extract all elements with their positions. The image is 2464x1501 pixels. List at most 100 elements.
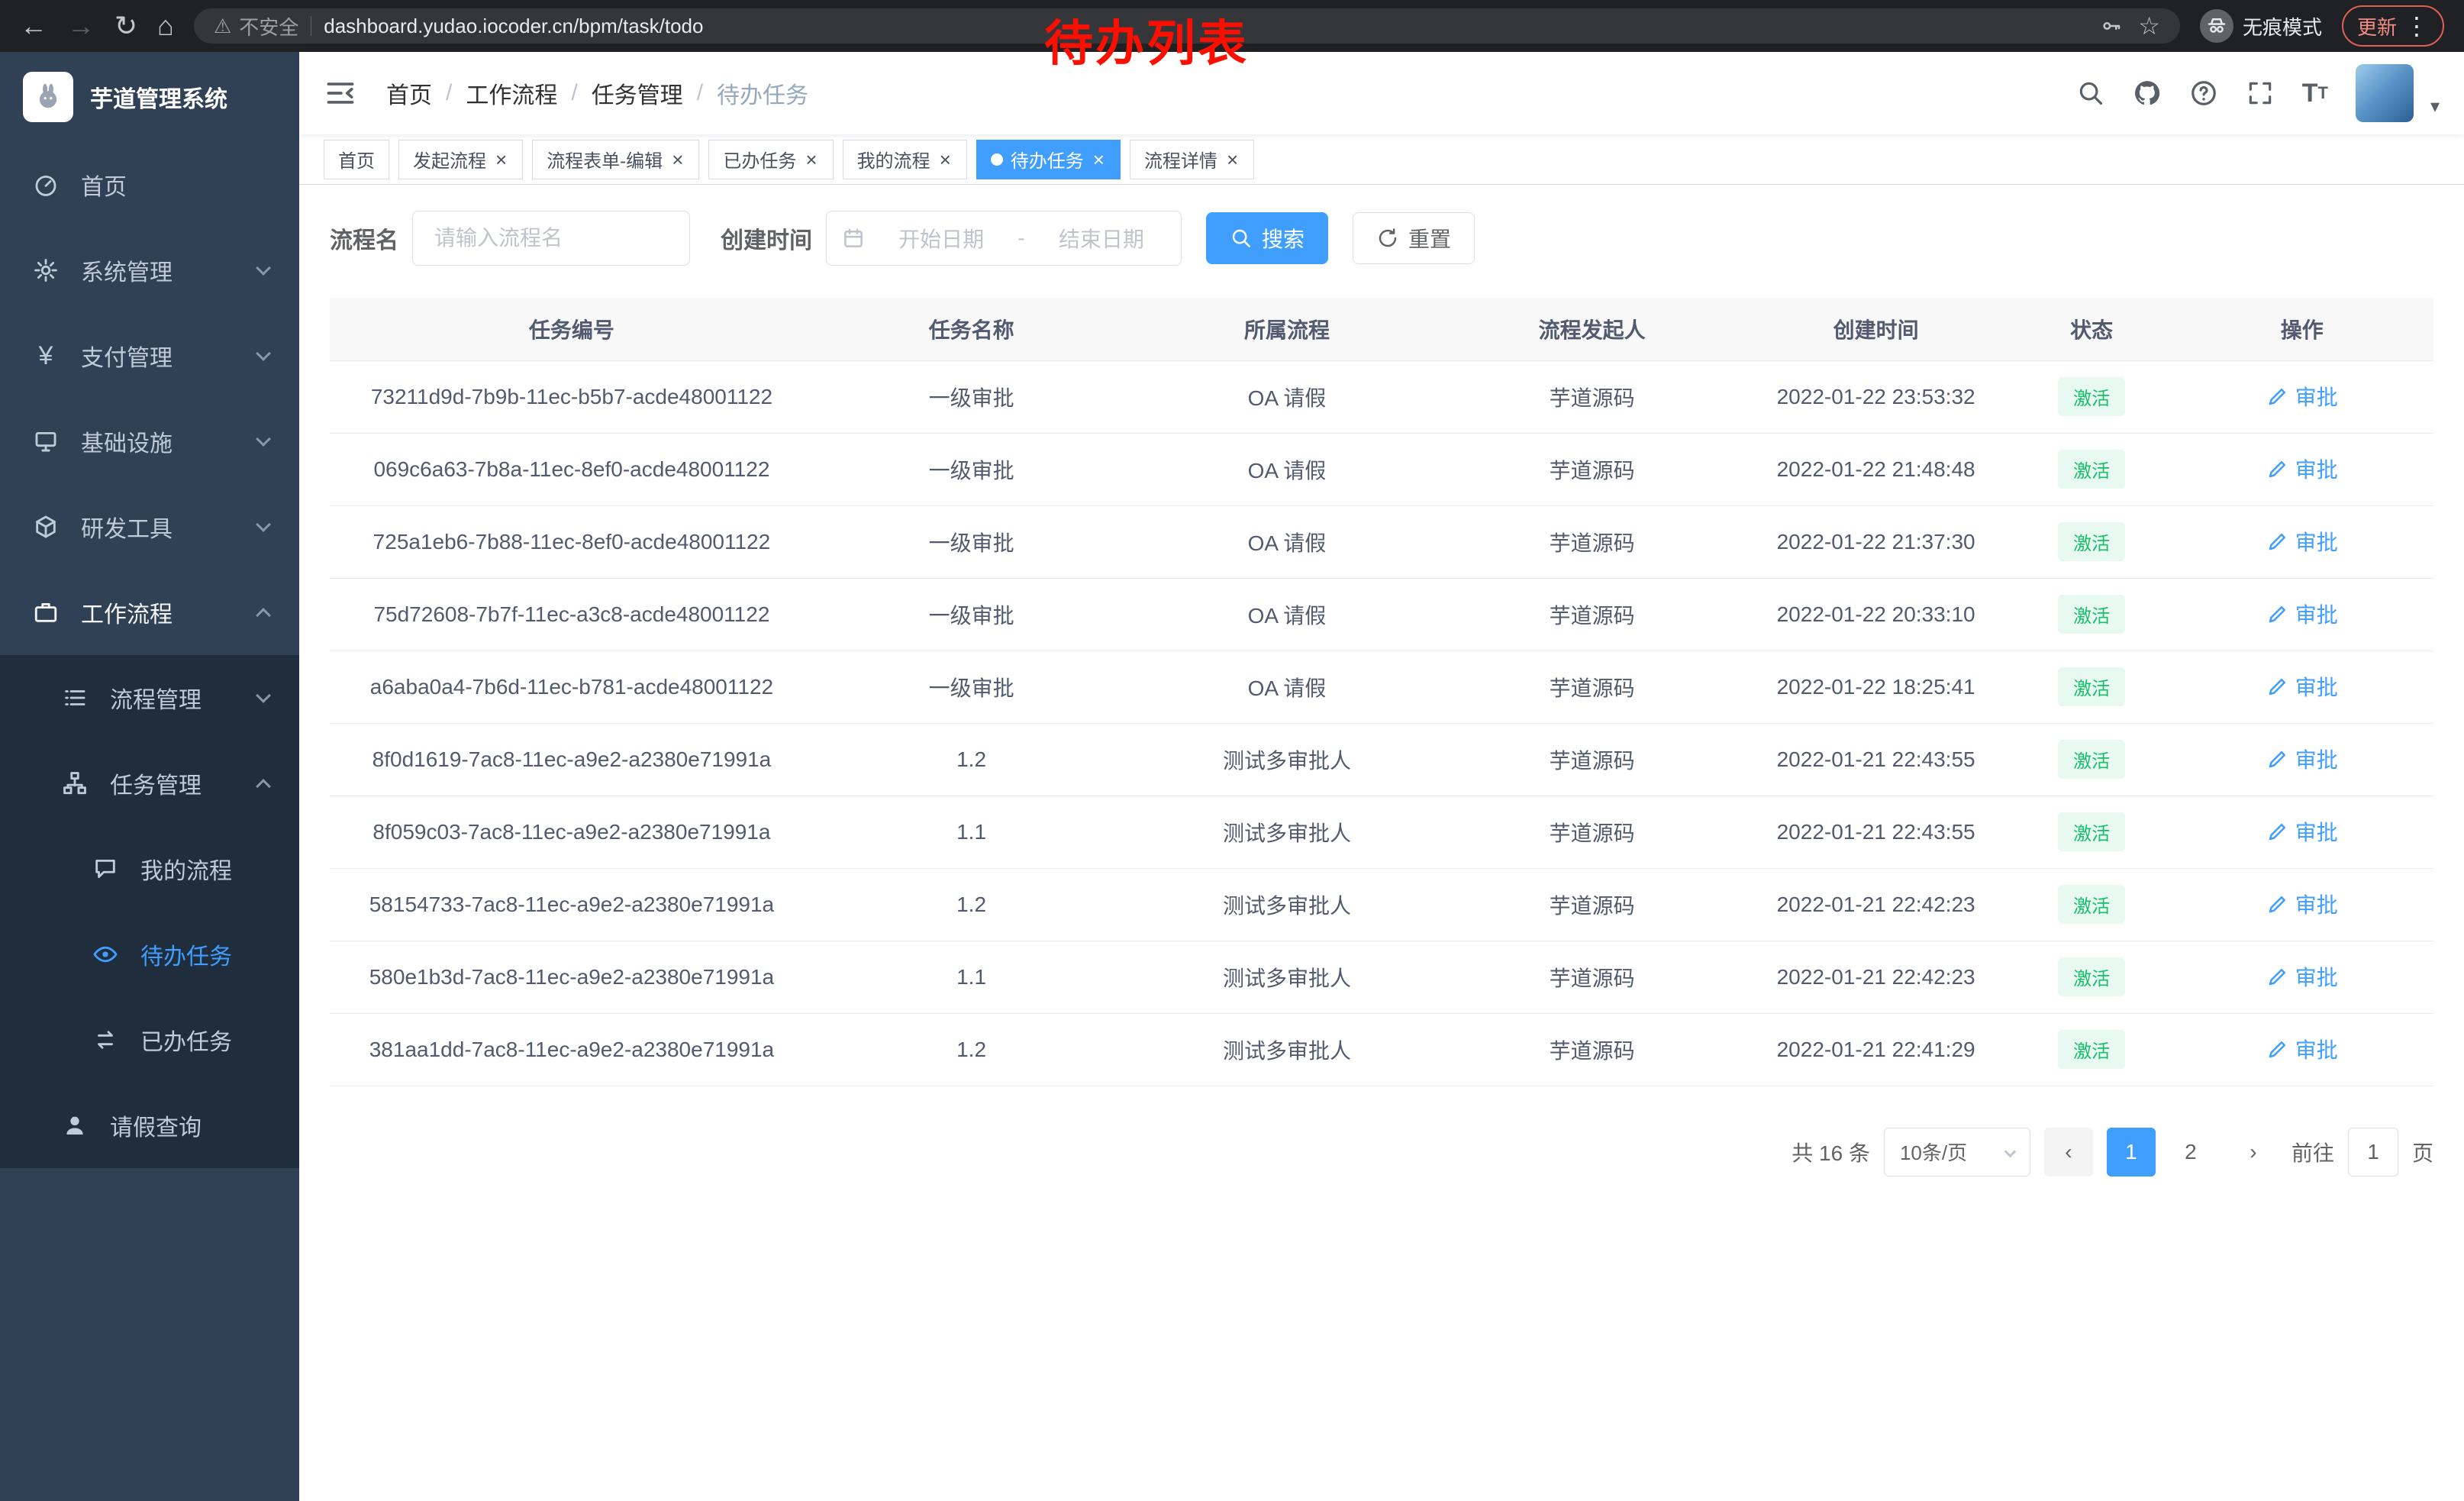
browser-home-icon[interactable]: ⌂ <box>157 10 174 42</box>
page-number-button[interactable]: 2 <box>2166 1128 2215 1177</box>
sidebar-toggle-icon[interactable] <box>324 76 357 110</box>
sidebar-item-process-mgmt[interactable]: 流程管理 <box>0 655 299 741</box>
approve-link[interactable]: 审批 <box>2266 671 2338 702</box>
tab-close-icon[interactable]: × <box>1092 150 1106 169</box>
process-name-input[interactable] <box>412 211 690 266</box>
magnifier-icon <box>1230 227 1253 250</box>
page-size-select[interactable]: 10条/页 <box>1884 1128 2030 1177</box>
approve-label: 审批 <box>2295 816 2338 847</box>
tab-close-icon[interactable]: × <box>494 150 508 169</box>
sidebar-item-infra[interactable]: 基础设施 <box>0 399 299 484</box>
edit-icon <box>2266 747 2289 770</box>
approve-link[interactable]: 审批 <box>2266 1034 2338 1064</box>
cell-initiator: 芋道源码 <box>1445 796 1740 868</box>
start-date-placeholder[interactable]: 开始日期 <box>877 223 1005 253</box>
prev-page-button[interactable]: ‹ <box>2044 1128 2093 1177</box>
key-icon[interactable] <box>2100 15 2123 37</box>
column-header: 任务编号 <box>330 298 814 360</box>
status-badge: 激活 <box>2058 667 2125 706</box>
approve-link[interactable]: 审批 <box>2266 381 2338 412</box>
browser-back-icon[interactable]: ← <box>20 10 47 42</box>
bookmark-star-icon[interactable]: ☆ <box>2138 11 2160 40</box>
approve-link[interactable]: 审批 <box>2266 599 2338 629</box>
cell-initiator: 芋道源码 <box>1445 578 1740 650</box>
tab[interactable]: 已办任务 × <box>708 140 833 179</box>
end-date-placeholder[interactable]: 结束日期 <box>1037 223 1166 253</box>
browser-forward-icon[interactable]: → <box>67 10 95 42</box>
help-icon[interactable] <box>2189 79 2218 108</box>
sidebar-item-task-mgmt[interactable]: 任务管理 <box>0 741 299 826</box>
sidebar-item-home[interactable]: 首页 <box>0 142 299 228</box>
tab[interactable]: 待办任务 × <box>976 140 1121 179</box>
browser-reload-icon[interactable]: ↻ <box>114 10 137 42</box>
font-size-icon[interactable]: TT <box>2302 79 2328 108</box>
cell-initiator: 芋道源码 <box>1445 650 1740 723</box>
tab[interactable]: 发起流程 × <box>398 140 523 179</box>
search-button[interactable]: 搜索 <box>1206 212 1328 264</box>
goto-label: 前往 <box>2291 1137 2334 1167</box>
app-logo-row[interactable]: 芋道管理系统 <box>0 52 299 142</box>
sidebar-item-workflow[interactable]: 工作流程 <box>0 570 299 655</box>
cell-status: 激活 <box>2013 578 2171 650</box>
browser-menu-icon[interactable]: ⋮ <box>2404 11 2429 40</box>
cell-task-id: 725a1eb6-7b88-11ec-8ef0-acde48001122 <box>330 505 814 578</box>
cell-status: 激活 <box>2013 433 2171 505</box>
column-header: 创建时间 <box>1739 298 2012 360</box>
approve-link[interactable]: 审批 <box>2266 454 2338 484</box>
tab[interactable]: 流程详情 × <box>1130 140 1254 179</box>
cell-task-id: 75d72608-7b7f-11ec-a3c8-acde48001122 <box>330 578 814 650</box>
page-number-button[interactable]: 1 <box>2107 1128 2156 1177</box>
approve-link[interactable]: 审批 <box>2266 526 2338 557</box>
table-row: 381aa1dd-7ac8-11ec-a9e2-a2380e71991a 1.2… <box>330 1013 2433 1086</box>
approve-link[interactable]: 审批 <box>2266 816 2338 847</box>
edit-icon <box>2266 1038 2289 1060</box>
table-row: 725a1eb6-7b88-11ec-8ef0-acde48001122 一级审… <box>330 505 2433 578</box>
approve-link[interactable]: 审批 <box>2266 889 2338 919</box>
avatar-caret-icon[interactable]: ▾ <box>2430 95 2440 122</box>
goto-page-input[interactable] <box>2348 1128 2398 1177</box>
approve-link[interactable]: 审批 <box>2266 744 2338 774</box>
tab-close-icon[interactable]: × <box>1225 150 1240 169</box>
pagination: 共 16 条 10条/页 ‹ 12 › 前往 页 <box>330 1128 2433 1177</box>
tab[interactable]: 我的流程 × <box>843 140 967 179</box>
edit-icon <box>2266 457 2289 480</box>
filter-bar: 流程名 创建时间 开始日期 - 结束日期 搜索 重 <box>330 211 2433 266</box>
chevron-down-icon <box>256 346 271 361</box>
sidebar-item-leave-query[interactable]: 请假查询 <box>0 1083 299 1168</box>
sidebar-item-payment[interactable]: ¥ 支付管理 <box>0 313 299 399</box>
search-icon[interactable] <box>2076 79 2105 108</box>
sidebar-item-done-task[interactable]: 已办任务 <box>0 997 299 1083</box>
approve-label: 审批 <box>2295 671 2338 702</box>
breadcrumb-item-home[interactable]: 首页 <box>386 76 432 110</box>
gear-icon <box>31 257 61 283</box>
fullscreen-icon[interactable] <box>2246 79 2275 108</box>
next-page-button[interactable]: › <box>2229 1128 2278 1177</box>
breadcrumb-item-task-mgmt[interactable]: 任务管理 <box>592 76 683 110</box>
status-badge: 激活 <box>2058 812 2125 851</box>
tab-close-icon[interactable]: × <box>804 150 818 169</box>
cell-created: 2022-01-22 20:33:10 <box>1739 578 2012 650</box>
approve-label: 审批 <box>2295 454 2338 484</box>
reset-button[interactable]: 重置 <box>1353 212 1475 264</box>
chevron-up-icon <box>256 779 271 794</box>
cell-action: 审批 <box>2170 650 2433 723</box>
date-range-picker[interactable]: 开始日期 - 结束日期 <box>826 211 1182 266</box>
tab-close-icon[interactable]: × <box>670 150 685 169</box>
avatar[interactable] <box>2356 64 2414 122</box>
cell-task-name: 一级审批 <box>814 578 1129 650</box>
edit-icon <box>2266 385 2289 408</box>
tab[interactable]: 流程表单-编辑 × <box>532 140 699 179</box>
cell-status: 激活 <box>2013 796 2171 868</box>
tab[interactable]: 首页 <box>324 140 389 179</box>
sidebar-item-system[interactable]: 系统管理 <box>0 228 299 313</box>
tab-close-icon[interactable]: × <box>938 150 953 169</box>
github-icon[interactable] <box>2133 79 2162 108</box>
address-bar[interactable]: ⚠ 不安全 dashboard.yudao.iocoder.cn/bpm/tas… <box>194 8 2180 44</box>
approve-link[interactable]: 审批 <box>2266 961 2338 992</box>
sidebar-item-todo-task[interactable]: 待办任务 <box>0 912 299 997</box>
breadcrumb-item-workflow[interactable]: 工作流程 <box>466 76 557 110</box>
sidebar-item-dev-tools[interactable]: 研发工具 <box>0 484 299 570</box>
list-icon <box>60 685 90 711</box>
update-button[interactable]: 更新 ⋮ <box>2342 5 2444 47</box>
sidebar-item-my-process[interactable]: 我的流程 <box>0 826 299 912</box>
